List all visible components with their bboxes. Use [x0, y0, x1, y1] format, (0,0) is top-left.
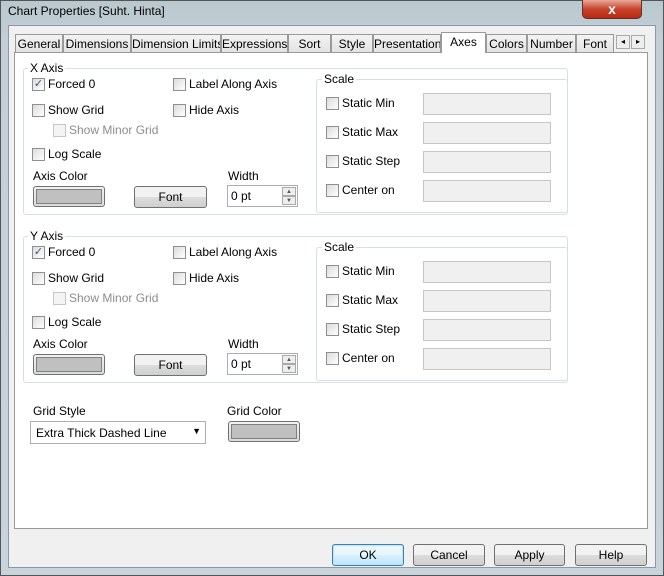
checkbox-icon [32, 147, 45, 161]
y-axis-center-on-input[interactable] [423, 348, 551, 370]
x-axis-show-minor-grid-checkbox[interactable]: Show Minor Grid [53, 123, 158, 137]
y-axis-static-step-checkbox[interactable]: Static Step [326, 322, 400, 336]
close-button[interactable]: x [582, 0, 642, 19]
checkbox-icon [326, 183, 339, 197]
checkbox-icon [32, 103, 45, 117]
x-axis-title: X Axis [28, 61, 66, 75]
tab-sort[interactable]: Sort [288, 34, 331, 53]
checkbox-icon [173, 245, 186, 259]
spin-down-icon[interactable]: ▼ [282, 364, 296, 373]
x-axis-static-min-checkbox[interactable]: Static Min [326, 96, 395, 110]
x-axis-forced0-checkbox[interactable]: ✓ Forced 0 [32, 77, 95, 91]
y-axis-static-min-checkbox[interactable]: Static Min [326, 264, 395, 278]
apply-button[interactable]: Apply [494, 544, 565, 566]
x-axis-static-max-input[interactable] [423, 122, 551, 144]
tab-dimensions[interactable]: Dimensions [63, 34, 131, 53]
x-axis-show-grid-checkbox[interactable]: Show Grid [32, 103, 104, 117]
x-axis-axis-color-label: Axis Color [33, 169, 88, 183]
checkbox-icon [173, 77, 186, 91]
checkbox-icon: ✓ [32, 245, 45, 259]
tab-expressions[interactable]: Expressions [221, 34, 288, 53]
checkbox-icon [53, 291, 66, 305]
x-axis-static-max-checkbox[interactable]: Static Max [326, 125, 398, 139]
grid-color-button[interactable] [228, 421, 300, 442]
x-axis-center-on-checkbox[interactable]: Center on [326, 183, 395, 197]
checkbox-icon [32, 271, 45, 285]
x-axis-font-button[interactable]: Font [134, 186, 207, 208]
y-axis-log-scale-checkbox[interactable]: Log Scale [32, 315, 101, 329]
y-axis-scale-title: Scale [322, 240, 357, 254]
width-value: 0 pt [231, 189, 252, 203]
x-axis-axis-color-button[interactable] [33, 186, 105, 207]
x-axis-width-label: Width [228, 169, 259, 183]
x-axis-center-on-input[interactable] [423, 180, 551, 202]
y-axis-static-max-input[interactable] [423, 290, 551, 312]
tab-general[interactable]: General [15, 34, 63, 53]
spin-down-icon[interactable]: ▼ [282, 196, 296, 205]
x-axis-scale-title: Scale [322, 72, 357, 86]
help-button[interactable]: Help [575, 544, 647, 566]
grid-style-select[interactable]: Extra Thick Dashed Line ▼ [30, 421, 206, 444]
checkbox-icon [326, 293, 339, 307]
spin-up-icon[interactable]: ▲ [282, 355, 296, 364]
y-axis-label-along-checkbox[interactable]: Label Along Axis [173, 245, 277, 259]
grid-style-value: Extra Thick Dashed Line [36, 426, 167, 440]
spin-up-icon[interactable]: ▲ [282, 187, 296, 196]
checkbox-icon [326, 264, 339, 278]
tab-dimension-limits[interactable]: Dimension Limits [131, 34, 221, 53]
ok-button[interactable]: OK [332, 544, 404, 566]
tab-style[interactable]: Style [331, 34, 373, 53]
tab-font[interactable]: Font [576, 34, 614, 53]
y-axis-title: Y Axis [28, 229, 66, 243]
y-axis-axis-color-label: Axis Color [33, 337, 88, 351]
y-axis-static-min-input[interactable] [423, 261, 551, 283]
tab-scroll-right-icon[interactable]: ▸ [631, 35, 645, 49]
checkbox-icon [173, 103, 186, 117]
y-axis-width-label: Width [228, 337, 259, 351]
window-title: Chart Properties [Suht. Hinta] [8, 4, 165, 18]
checkbox-icon [32, 315, 45, 329]
x-axis-width-stepper[interactable]: 0 pt ▲ ▼ [227, 185, 298, 207]
tab-presentation[interactable]: Presentation [373, 34, 441, 53]
x-axis-log-scale-checkbox[interactable]: Log Scale [32, 147, 101, 161]
cancel-button[interactable]: Cancel [413, 544, 485, 566]
checkbox-icon [326, 154, 339, 168]
x-axis-static-step-checkbox[interactable]: Static Step [326, 154, 400, 168]
grid-color-label: Grid Color [227, 404, 282, 418]
tab-number[interactable]: Number [527, 34, 576, 53]
y-axis-show-minor-grid-checkbox[interactable]: Show Minor Grid [53, 291, 158, 305]
x-axis-static-min-input[interactable] [423, 93, 551, 115]
checkbox-icon [326, 125, 339, 139]
y-axis-forced0-checkbox[interactable]: ✓ Forced 0 [32, 245, 95, 259]
checkbox-icon [326, 351, 339, 365]
y-axis-static-max-checkbox[interactable]: Static Max [326, 293, 398, 307]
grid-style-label: Grid Style [33, 404, 86, 418]
chevron-down-icon: ▼ [192, 426, 201, 436]
tab-colors[interactable]: Colors [486, 34, 527, 53]
x-axis-hide-axis-checkbox[interactable]: Hide Axis [173, 103, 239, 117]
y-axis-axis-color-button[interactable] [33, 354, 105, 375]
tab-axes[interactable]: Axes [441, 32, 486, 53]
checkbox-icon [326, 322, 339, 336]
y-axis-center-on-checkbox[interactable]: Center on [326, 351, 395, 365]
width-value: 0 pt [231, 357, 252, 371]
checkbox-icon [53, 123, 66, 137]
checkbox-icon: ✓ [32, 77, 45, 91]
tab-scroll-left-icon[interactable]: ◂ [616, 35, 630, 49]
x-axis-static-step-input[interactable] [423, 151, 551, 173]
y-axis-width-stepper[interactable]: 0 pt ▲ ▼ [227, 353, 298, 375]
y-axis-hide-axis-checkbox[interactable]: Hide Axis [173, 271, 239, 285]
y-axis-static-step-input[interactable] [423, 319, 551, 341]
checkbox-icon [173, 271, 186, 285]
y-axis-show-grid-checkbox[interactable]: Show Grid [32, 271, 104, 285]
checkbox-icon [326, 96, 339, 110]
y-axis-font-button[interactable]: Font [134, 354, 207, 376]
x-axis-label-along-checkbox[interactable]: Label Along Axis [173, 77, 277, 91]
